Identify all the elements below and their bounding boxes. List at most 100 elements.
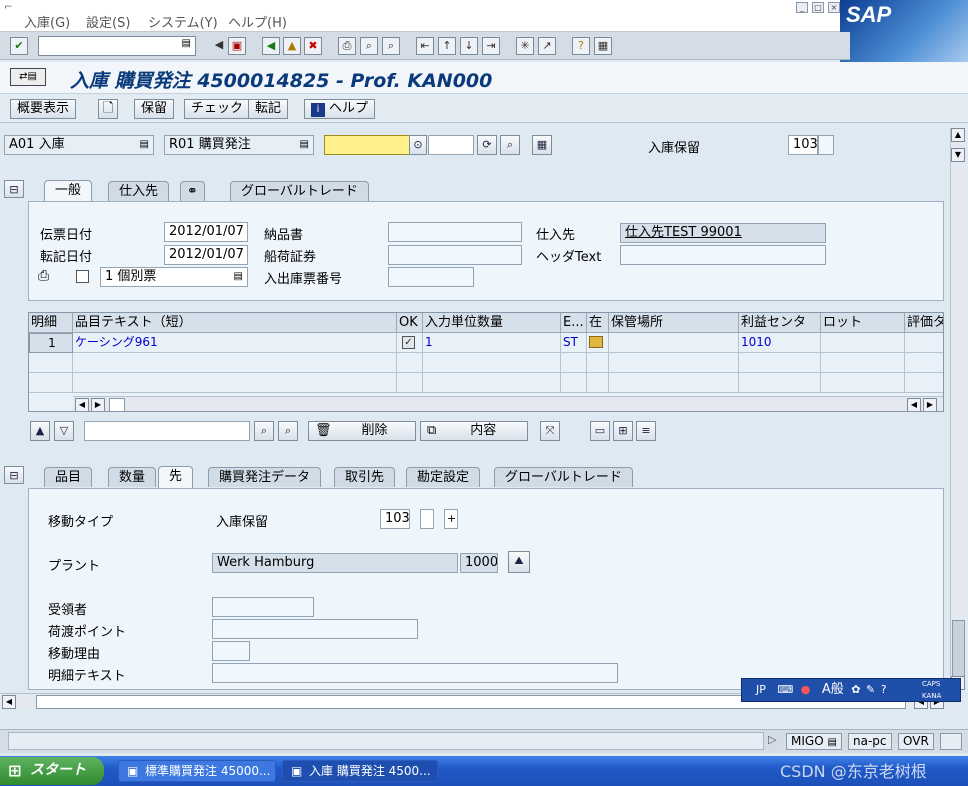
reference-doc-select[interactable]: R01 購買発注 ▤ — [164, 135, 314, 155]
cell-quantity[interactable]: 1 — [423, 333, 561, 353]
table-settings-icon[interactable]: ▦ — [532, 135, 552, 155]
binoculars-icon[interactable]: ⌕ — [500, 135, 520, 155]
add-row-icon[interactable]: ⊞ — [613, 421, 633, 441]
folder-icon[interactable]: ▭ — [590, 421, 610, 441]
cell-stock-type[interactable] — [587, 333, 609, 353]
column-header[interactable]: 明細 — [29, 313, 73, 333]
tab-po-data[interactable]: 購買発注データ — [208, 467, 322, 487]
cell-storage-location[interactable] — [609, 333, 739, 353]
start-button[interactable]: ⊞ スタート — [0, 757, 104, 785]
menu-system[interactable]: システム(Y) — [148, 12, 218, 31]
content-button[interactable]: ⧉ 内容 — [420, 421, 528, 441]
keyboard-icon[interactable]: ⌨ — [777, 683, 793, 696]
filter-icon[interactable]: ▽ — [54, 421, 74, 441]
ime-icon[interactable]: ● — [801, 683, 811, 696]
row-selector[interactable]: 1 — [29, 333, 73, 353]
cell-ok[interactable]: ✓ — [397, 333, 423, 353]
movement-type-field[interactable]: 103 — [788, 135, 818, 155]
tab-account-assignment[interactable]: 勘定設定 — [406, 467, 481, 487]
select-all-icon[interactable]: ▲ — [30, 421, 50, 441]
scroll-thumb[interactable] — [952, 620, 965, 678]
check-button[interactable]: チェック — [184, 99, 251, 119]
create-session-icon[interactable]: ✳ — [516, 37, 534, 55]
find-icon[interactable]: ⌕ — [360, 37, 378, 55]
cell-valuation[interactable] — [905, 333, 943, 353]
tab-global-trade[interactable]: グローバルトレード — [230, 181, 369, 201]
scroll-right-icon[interactable]: ▶ — [923, 398, 937, 411]
tab-global-trade-item[interactable]: グローバルトレード — [494, 467, 633, 487]
column-header[interactable]: 品目テキスト（短） — [73, 313, 397, 333]
column-header[interactable]: OK — [397, 313, 423, 333]
column-header[interactable]: ロット — [821, 313, 905, 333]
column-header[interactable]: 保管場所 — [609, 313, 739, 333]
window-menu-icon[interactable]: ⌐ — [4, 2, 12, 13]
collapse-header-icon[interactable]: ⊟ — [4, 180, 24, 198]
delivery-note-input[interactable] — [388, 222, 522, 242]
details-icon[interactable]: ≡ — [636, 421, 656, 441]
doc-date-input[interactable]: 2012/01/07 — [164, 222, 248, 242]
recipient-input[interactable] — [212, 597, 314, 617]
menu-goods-receipt[interactable]: 入庫(G) — [24, 12, 70, 31]
movement-type-special[interactable] — [420, 509, 434, 529]
transaction-icon[interactable]: ⇄▤ — [10, 68, 46, 86]
tab-quantity[interactable]: 数量 — [108, 467, 157, 487]
previous-page-icon[interactable]: ↑ — [438, 37, 456, 55]
movement-type-input[interactable]: 103 — [380, 509, 410, 529]
grid-search-input[interactable] — [84, 421, 250, 441]
status-transaction[interactable]: MIGO ▤ — [786, 733, 842, 750]
scroll-left-icon[interactable]: ◀ — [2, 695, 16, 709]
find-next-icon[interactable]: ⌕ — [278, 421, 298, 441]
overview-button[interactable]: 概要表示 — [10, 99, 77, 119]
status-expand-icon[interactable]: ▷ — [768, 733, 776, 746]
column-header[interactable]: 利益センタ — [739, 313, 821, 333]
new-document-icon[interactable]: 🗋 — [98, 99, 119, 119]
bill-of-lading-input[interactable] — [388, 245, 522, 265]
language-bar[interactable]: JP ⌨ ● A般 ✿ ✎ ? CAPS KANA — [741, 678, 961, 702]
hold-button[interactable]: 保留 — [134, 99, 175, 119]
menu-help[interactable]: ヘルプ(H) — [228, 12, 287, 31]
lang-jp[interactable]: JP — [756, 683, 766, 696]
scroll-right-icon[interactable]: ▶ — [91, 398, 105, 411]
column-header[interactable]: 在 — [587, 313, 609, 333]
cancel-icon[interactable]: ✖ — [304, 37, 322, 55]
command-field[interactable]: ▤ — [38, 36, 196, 56]
taskbar-item[interactable]: ▣ 標準購買発注 45000... — [118, 760, 276, 782]
gr-slip-input[interactable] — [388, 267, 474, 287]
item-number-input[interactable] — [428, 135, 474, 155]
help-icon[interactable]: ? — [881, 683, 887, 696]
tool-icon[interactable]: ✿ — [851, 683, 860, 696]
menu-settings[interactable]: 設定(S) — [86, 12, 130, 31]
restore-icon[interactable]: □ — [812, 2, 824, 13]
cell-profit-center[interactable]: 1010 — [739, 333, 821, 353]
item-text-input[interactable] — [212, 663, 618, 683]
printer-icon[interactable]: ⎙ — [38, 268, 49, 284]
cell-material-text[interactable]: ケーシング961 — [73, 333, 397, 353]
expand-icon[interactable]: ⤧ — [540, 421, 560, 441]
scroll-left-icon[interactable]: ◀ — [75, 398, 89, 411]
minimize-icon[interactable]: _ — [796, 2, 808, 13]
tab-where[interactable]: 先 — [158, 466, 194, 488]
scroll-left-icon[interactable]: ◀ — [907, 398, 921, 411]
print-checkbox[interactable] — [76, 270, 89, 283]
movement-reason-input[interactable] — [212, 641, 250, 661]
unloading-point-input[interactable] — [212, 619, 418, 639]
exit-icon[interactable]: ▲ — [283, 37, 301, 55]
scroll-down-icon[interactable]: ▼ — [951, 148, 965, 162]
slip-option-select[interactable]: 1 個別票 ▤ — [100, 267, 248, 287]
cell-batch[interactable] — [821, 333, 905, 353]
close-window-icon[interactable]: × — [828, 2, 840, 13]
shortcut-icon[interactable]: ↗ — [538, 37, 556, 55]
last-page-icon[interactable]: ⇥ — [482, 37, 500, 55]
tab-material[interactable]: 品目 — [44, 467, 93, 487]
print-icon[interactable]: ⎙ — [338, 37, 356, 55]
enter-icon[interactable]: ✔ — [10, 37, 28, 55]
tab-vendor[interactable]: 仕入先 — [108, 181, 170, 201]
search-help-icon[interactable]: ⊙ — [409, 135, 427, 155]
column-header[interactable]: 評価タ — [905, 313, 943, 333]
scroll-thumb[interactable] — [109, 398, 125, 411]
document-number-input[interactable] — [324, 135, 410, 155]
cell-unit[interactable]: ST — [561, 333, 587, 353]
action-select[interactable]: A01 入庫 ▤ — [4, 135, 154, 155]
plant-address-icon[interactable]: ⛰ — [508, 551, 530, 573]
tab-general[interactable]: 一般 — [44, 180, 93, 202]
